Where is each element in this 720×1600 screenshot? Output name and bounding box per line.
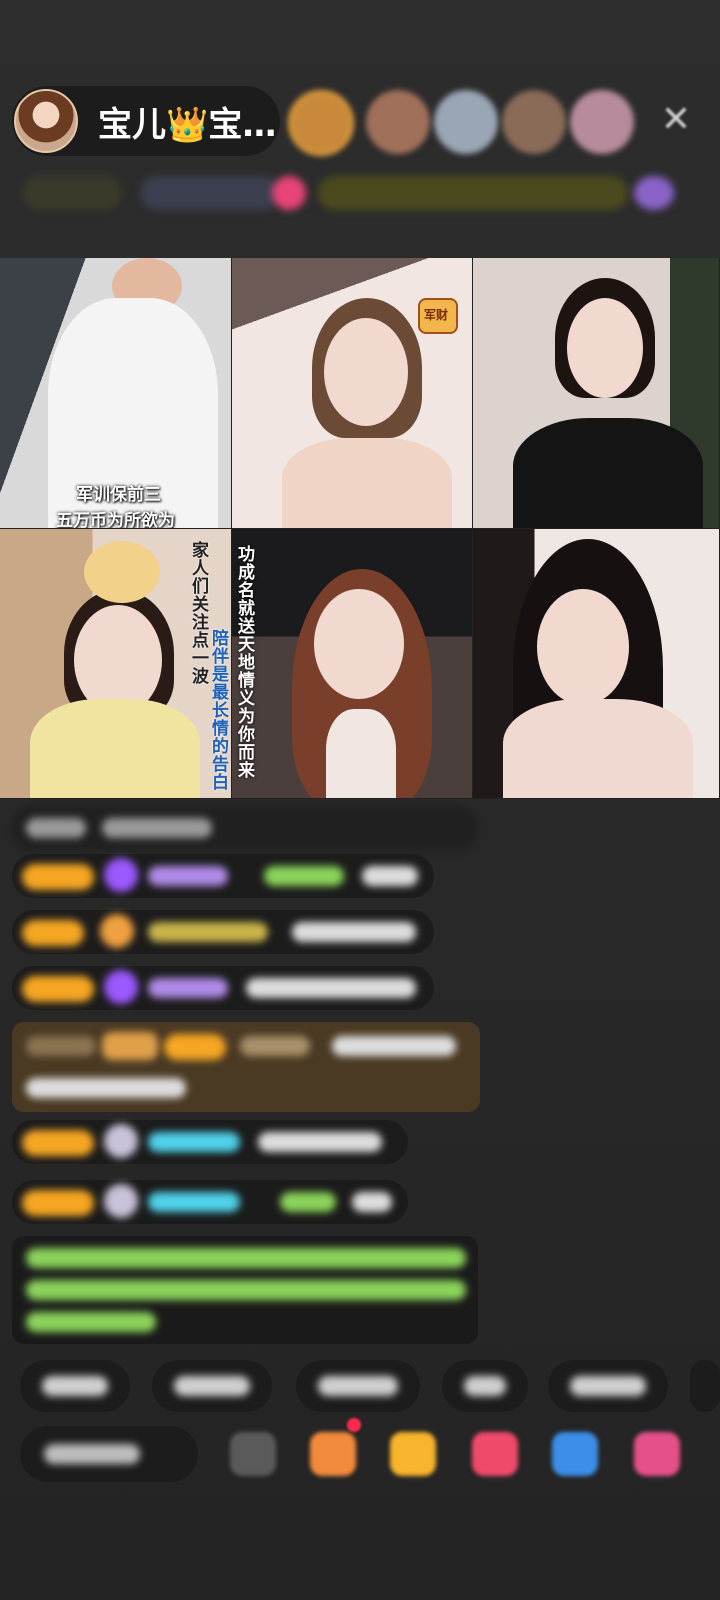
- chat-highlight-message[interactable]: [12, 1022, 480, 1112]
- message-text: [26, 1078, 186, 1098]
- gift-box-icon[interactable]: [310, 1432, 356, 1476]
- level-badge: [22, 976, 94, 1002]
- guest-body: [503, 699, 693, 798]
- video-cell-5[interactable]: 功成名就送天地情义为你而来: [232, 529, 473, 799]
- vertical-caption: 功成名就送天地情义为你而来: [234, 545, 254, 779]
- viewer-avatar[interactable]: [502, 90, 566, 154]
- username[interactable]: [148, 978, 228, 998]
- bear-headband-icon: [84, 541, 160, 603]
- video-cell-6[interactable]: [473, 529, 720, 799]
- tag[interactable]: [634, 176, 674, 210]
- tag[interactable]: [22, 176, 122, 210]
- message-text: [246, 978, 416, 998]
- chip-label: [464, 1376, 506, 1396]
- viewer-avatar[interactable]: [366, 90, 430, 154]
- level-badge: [22, 864, 94, 890]
- video-cell-4[interactable]: 家人们关注点一波 陪伴是最长情的告白: [0, 529, 232, 799]
- notice-text: [26, 1248, 466, 1268]
- game-icon[interactable]: [552, 1432, 598, 1476]
- gem-icon: [104, 1184, 138, 1218]
- viewer-avatar[interactable]: [434, 90, 498, 154]
- username[interactable]: [264, 866, 344, 886]
- message-text: [102, 1032, 158, 1060]
- host-info-pill[interactable]: 宝儿👑宝…: [12, 86, 280, 156]
- guest-head: [567, 298, 643, 398]
- chat-message[interactable]: [12, 1120, 408, 1164]
- chip-label: [174, 1376, 250, 1396]
- guest-head: [324, 318, 408, 426]
- quick-reply-chip[interactable]: [296, 1360, 420, 1412]
- message-text: [240, 1036, 310, 1056]
- chat-notice-message: [12, 1236, 478, 1344]
- message-text: [26, 1036, 96, 1056]
- message-text: [292, 922, 416, 942]
- message-text: [258, 1132, 382, 1152]
- badge-label: 军财: [424, 308, 449, 322]
- gem-icon: [104, 858, 138, 892]
- video-cell-3[interactable]: [473, 258, 720, 529]
- chat-message[interactable]: [12, 1180, 408, 1224]
- notice-text: [26, 1312, 156, 1332]
- viewer-avatar[interactable]: [570, 90, 634, 154]
- vertical-caption: 陪伴是最长情的告白: [208, 629, 228, 791]
- heart-icon[interactable]: [472, 1432, 518, 1476]
- level-badge: [22, 920, 84, 946]
- guest-body: [30, 699, 200, 798]
- chat-system-message: [12, 806, 478, 850]
- room-tags-row: [22, 172, 690, 214]
- tag[interactable]: [140, 176, 280, 210]
- level-badge: [22, 1190, 94, 1216]
- host-avatar[interactable]: [14, 89, 78, 153]
- gem-icon: [104, 970, 138, 1004]
- username[interactable]: [148, 1132, 240, 1152]
- notification-dot: [347, 1418, 361, 1432]
- notice-text: [26, 1280, 466, 1300]
- guest-head: [537, 589, 629, 705]
- quick-reply-chip[interactable]: [442, 1360, 528, 1412]
- live-room-screen: 宝儿👑宝… ✕ 军训保前三 五万币为所欲为 军财 家人们关注点一波 陪伴是最长情…: [0, 0, 720, 1600]
- message-text: [102, 818, 212, 838]
- quick-reply-chip[interactable]: [20, 1360, 130, 1412]
- username[interactable]: [148, 866, 228, 886]
- username[interactable]: [148, 1192, 240, 1212]
- multi-guest-video-grid: 军训保前三 五万币为所欲为 军财 家人们关注点一波 陪伴是最长情的告白 功成名就…: [0, 258, 720, 799]
- level-badge: [164, 1034, 226, 1060]
- chip-label: [570, 1376, 646, 1396]
- guest-body: [282, 438, 452, 528]
- emoji-icon[interactable]: [230, 1432, 276, 1476]
- chat-input[interactable]: [20, 1426, 198, 1482]
- video-cell-2[interactable]: 军财: [232, 258, 473, 529]
- guest-head: [314, 589, 404, 699]
- cell-overlay-text: 军训保前三: [76, 485, 161, 505]
- guest-body: [326, 709, 396, 798]
- gem-icon: [100, 914, 134, 948]
- chip-label: [318, 1376, 398, 1396]
- quick-reply-chip[interactable]: [152, 1360, 272, 1412]
- chat-message[interactable]: [12, 966, 434, 1010]
- close-icon[interactable]: ✕: [656, 100, 696, 140]
- gem-icon: [104, 1124, 138, 1158]
- tag[interactable]: [318, 176, 628, 210]
- tag[interactable]: [272, 176, 306, 210]
- gift-icon[interactable]: [390, 1432, 436, 1476]
- more-icon[interactable]: [634, 1432, 680, 1476]
- input-placeholder: [44, 1444, 140, 1464]
- host-name: 宝儿👑宝…: [98, 104, 277, 145]
- quick-reply-chip[interactable]: [548, 1360, 668, 1412]
- chat-message[interactable]: [12, 910, 434, 954]
- chip-label: [42, 1376, 108, 1396]
- message-text: [332, 1036, 456, 1056]
- username[interactable]: [280, 1192, 336, 1212]
- video-cell-1[interactable]: 军训保前三 五万币为所欲为: [0, 258, 232, 529]
- cell-overlay-text: 五万币为所欲为: [56, 511, 175, 529]
- quick-reply-chip[interactable]: [690, 1360, 720, 1412]
- guest-body: [513, 418, 703, 528]
- chat-message[interactable]: [12, 854, 434, 898]
- message-text: [362, 866, 418, 886]
- level-badge: [22, 1130, 94, 1156]
- message-text: [352, 1192, 392, 1212]
- viewer-avatar[interactable]: [288, 90, 354, 156]
- username[interactable]: [148, 922, 268, 942]
- message-text: [26, 818, 86, 838]
